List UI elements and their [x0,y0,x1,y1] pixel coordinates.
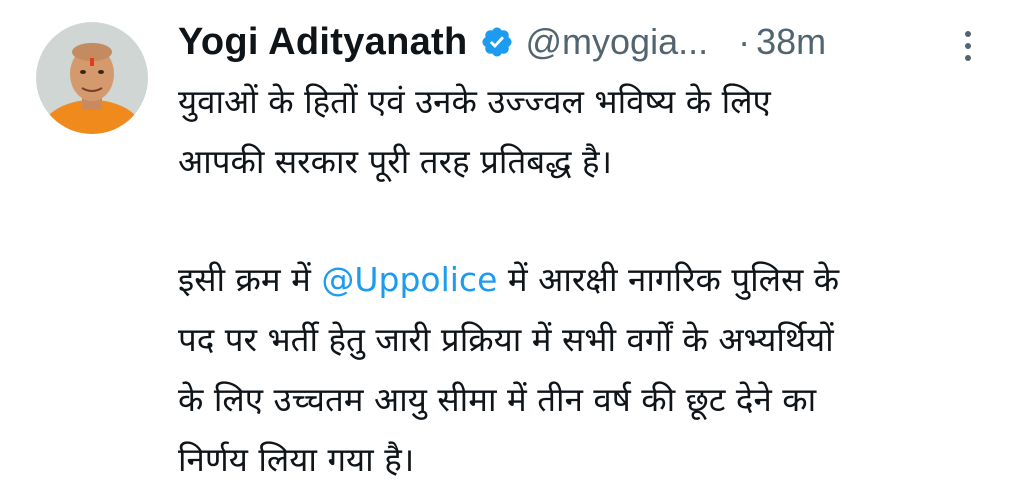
text-line: निर्णय लिया गया है। [178,440,415,479]
mention-link-uppolice[interactable]: @Uppolice [321,260,497,299]
text-segment: इसी क्रम में [178,260,322,299]
text-segment: में आरक्षी नागरिक पुलिस के [497,260,840,299]
verified-badge-icon [480,25,514,59]
text-line: आपकी सरकार पूरी तरह प्रतिबद्ध है। [178,142,612,181]
tweet-timestamp[interactable]: 38m [756,21,826,63]
text-line: के लिए उच्चतम आयु सीमा में तीन वर्ष की छ… [178,380,817,419]
author-display-name[interactable]: Yogi Adityanath [178,21,468,64]
tweet-text: युवाओं के हितों एवं उनके उज्ज्वल भविष्य … [178,72,1008,490]
text-line: युवाओं के हितों एवं उनके उज्ज्वल भविष्य … [178,82,771,121]
more-vertical-icon[interactable] [958,26,978,66]
avatar-image [36,22,148,134]
text-line: पद पर भर्ती हेतु जारी प्रक्रिया में सभी … [178,320,834,359]
author-handle[interactable]: @myogia... [526,21,709,63]
tweet-card[interactable]: Yogi Adityanath @myogia... · 38m युवाओं … [0,0,1024,488]
author-avatar[interactable] [36,22,148,134]
text-line-with-mention: इसी क्रम में @Uppolice में आरक्षी नागरिक… [178,250,1008,310]
header-separator: · [738,21,751,62]
tweet-header: Yogi Adityanath @myogia... · 38m [178,14,998,70]
